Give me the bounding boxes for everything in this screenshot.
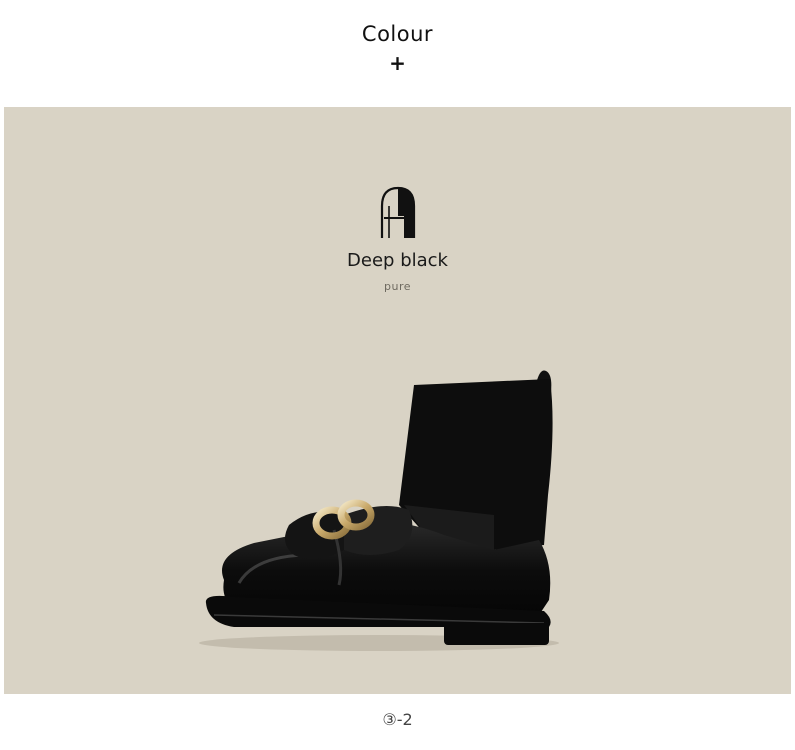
color-subtitle: pure [383, 280, 411, 293]
page-indicator: ③-2 [382, 710, 413, 729]
brand-arch-logo-icon [380, 186, 416, 238]
product-detail-page: Colour + Deep black pure ③-2 [0, 0, 795, 750]
color-showcase-panel: Deep black pure [4, 107, 791, 694]
color-name: Deep black [347, 250, 448, 271]
plus-icon: + [389, 51, 406, 75]
section-title: Colour [361, 22, 434, 46]
ankle-boot-image [199, 370, 559, 651]
